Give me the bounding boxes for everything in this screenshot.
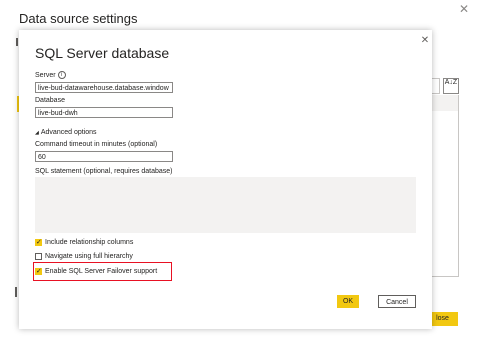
sql-server-database-dialog: ✕ SQL Server database Server i live-bud-d…: [19, 30, 432, 329]
dialog-close-icon[interactable]: ✕: [420, 36, 430, 46]
advanced-options-toggle[interactable]: ◢ Advanced options: [35, 129, 97, 136]
outer-left-fragment-lower: [15, 287, 17, 297]
server-label-row: Server i: [35, 71, 66, 79]
outer-close-icon[interactable]: ✕: [457, 2, 471, 16]
outer-left-fragment: [16, 38, 18, 46]
sql-statement-label: SQL statement (optional, requires databa…: [35, 168, 173, 175]
outer-window-title: Data source settings: [19, 11, 138, 26]
cancel-button[interactable]: Cancel: [378, 295, 416, 308]
timeout-label: Command timeout in minutes (optional): [35, 141, 158, 148]
dialog-title: SQL Server database: [35, 45, 170, 61]
info-icon[interactable]: i: [57, 71, 66, 79]
sort-az-icon[interactable]: A↓Z: [443, 78, 459, 94]
timeout-input[interactable]: 60: [35, 151, 173, 162]
ok-button[interactable]: OK: [337, 295, 359, 308]
database-input[interactable]: live-bud-dwh: [35, 107, 173, 118]
server-input[interactable]: live-bud-datawarehouse.database.window: [35, 82, 173, 93]
navigate-full-hierarchy-checkbox[interactable]: [35, 253, 42, 260]
navigate-full-hierarchy-label: Navigate using full hierarchy: [45, 253, 133, 260]
server-label: Server: [35, 71, 56, 79]
enable-failover-checkbox[interactable]: [35, 267, 42, 275]
advanced-options-label: Advanced options: [40, 129, 97, 136]
enable-failover-label: Enable SQL Server Failover support: [45, 268, 158, 275]
include-relationship-columns-label: Include relationship columns: [45, 239, 134, 246]
sql-statement-input[interactable]: [35, 177, 416, 233]
database-label: Database: [35, 97, 65, 104]
caret-down-icon: ◢: [35, 130, 39, 136]
include-relationship-columns-checkbox[interactable]: [35, 238, 42, 246]
